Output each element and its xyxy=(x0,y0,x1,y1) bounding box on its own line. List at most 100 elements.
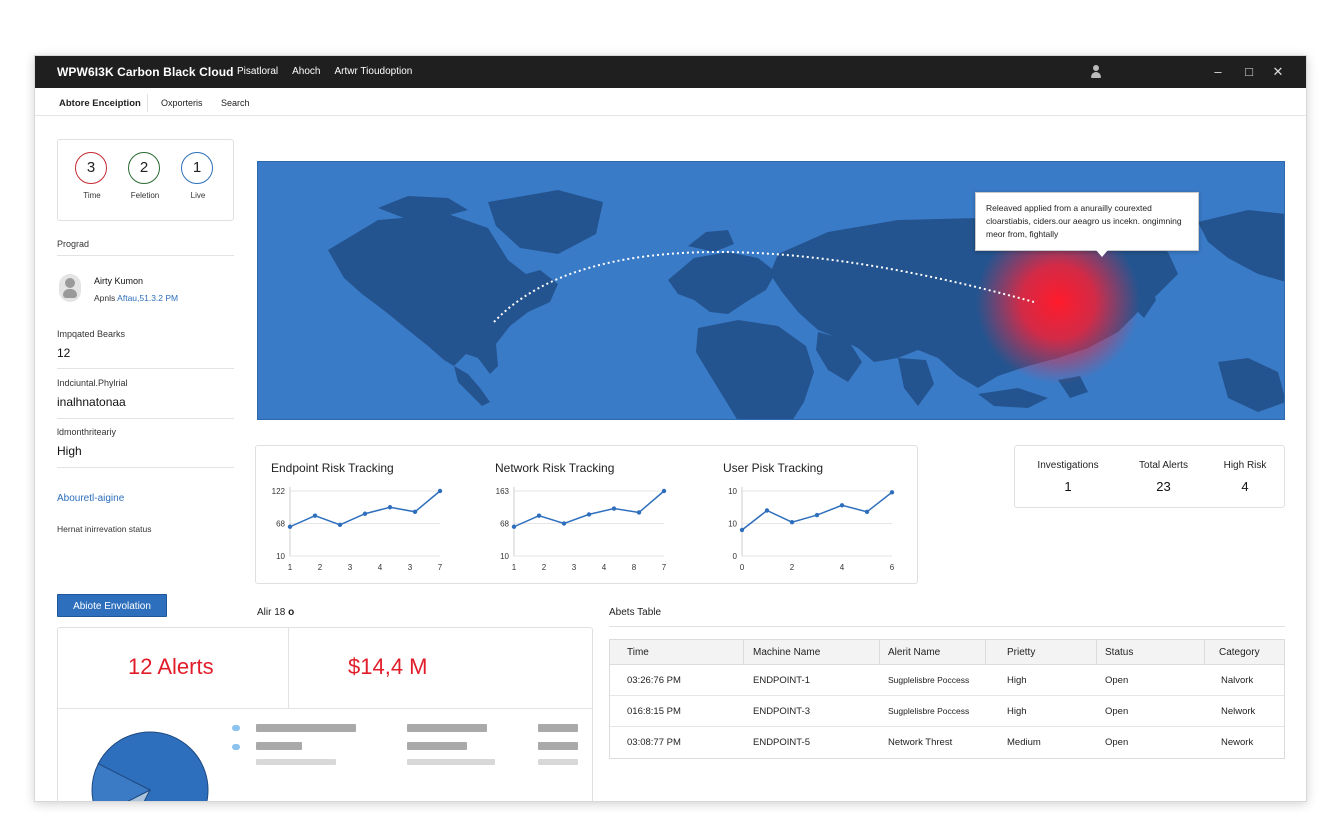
counter-label: Time xyxy=(83,191,101,200)
counter-label: Feletion xyxy=(130,191,160,200)
title-bar: WPW6I3K Carbon Black Cloud Pisatloral Ah… xyxy=(35,56,1306,88)
table-row[interactable]: 03:08:77 PM ENDPOINT-5 Network Threst Me… xyxy=(610,727,1284,758)
network-risk-chart[interactable]: 163 68 101 2 3 4 8 7 xyxy=(494,481,674,581)
divider xyxy=(57,467,234,468)
data-point xyxy=(536,513,542,518)
counter-circle: 1 xyxy=(181,152,213,184)
table-header: Time Machine Name Alerit Name Prietty St… xyxy=(610,640,1284,665)
alerts-summary-panel: 12 Alerts $14,4 M xyxy=(57,627,593,802)
x-tick-label: 7 xyxy=(662,563,667,572)
x-tick-label: 4 xyxy=(378,563,383,572)
cell-machine[interactable]: ENDPOINT-3 xyxy=(753,696,810,726)
alir-label: Alir 18 o xyxy=(257,607,294,618)
col-alert-name[interactable]: Alerit Name xyxy=(888,640,940,664)
y-tick-label: 10 xyxy=(728,520,737,529)
top-nav: Pisatloral Ahoch Artwr Tioudoption xyxy=(237,66,412,77)
placeholder-bar xyxy=(538,759,578,765)
minimize-icon[interactable]: – xyxy=(1208,62,1228,82)
user-risk-chart[interactable]: 10 10 00 2 4 6 xyxy=(722,481,902,581)
data-point xyxy=(636,510,642,515)
cell-category: Nelwork xyxy=(1221,705,1256,717)
placeholder-bar xyxy=(407,724,487,732)
chart-title-network: Network Risk Tracking xyxy=(495,461,615,475)
cell-alert: Network Threst xyxy=(888,737,953,748)
data-point xyxy=(437,488,443,494)
nav-item-pisatloral[interactable]: Pisatloral xyxy=(237,66,278,77)
stat-label: Total Alerts xyxy=(1139,460,1188,471)
tab-search[interactable]: Search xyxy=(221,98,250,108)
counter-feletion[interactable]: 2 Feletion xyxy=(128,152,162,200)
user-meta: Apnls Aftau,51.3.2 PM xyxy=(94,293,178,303)
data-point xyxy=(337,522,343,527)
col-time[interactable]: Time xyxy=(627,640,649,664)
data-point xyxy=(362,511,368,516)
tab-divider xyxy=(147,94,148,112)
series-line xyxy=(741,491,893,531)
sidebar-link[interactable]: Abouretl-aigine xyxy=(57,493,124,504)
stat-value: 23 xyxy=(1156,479,1171,494)
divider xyxy=(57,368,234,369)
user-meta-prefix: Apnls xyxy=(94,293,116,303)
cell-time: 03:26:76 PM xyxy=(627,674,681,686)
col-divider xyxy=(879,640,880,665)
cell-category: Nalvork xyxy=(1221,674,1254,686)
cell-priority: High xyxy=(1007,705,1027,717)
cell-machine[interactable]: ENDPOINT-1 xyxy=(753,665,810,695)
x-tick-label: 6 xyxy=(890,563,895,572)
data-point xyxy=(789,520,795,525)
y-tick-label: 68 xyxy=(276,520,285,529)
divider xyxy=(57,255,234,256)
placeholder-bar xyxy=(256,759,336,765)
y-tick-label: 68 xyxy=(500,520,509,529)
col-priority[interactable]: Prietty xyxy=(1007,640,1035,664)
col-machine-name[interactable]: Machine Name xyxy=(753,640,820,664)
tab-oxporteris[interactable]: Oxporteris xyxy=(161,98,203,108)
col-divider xyxy=(1096,640,1097,665)
x-tick-label: 7 xyxy=(438,563,443,572)
alir-label-suffix: o xyxy=(288,607,295,618)
divider xyxy=(609,626,1285,627)
close-icon[interactable]: ✕ xyxy=(1268,62,1288,82)
counter-time[interactable]: 3 Time xyxy=(75,152,109,200)
table-row[interactable]: 03:26:76 PM ENDPOINT-1 Sugplelisbre Pocc… xyxy=(610,665,1284,696)
col-category[interactable]: Category xyxy=(1219,640,1260,664)
placeholder-bar xyxy=(256,724,356,732)
user-icon[interactable] xyxy=(1089,64,1103,80)
data-point xyxy=(839,503,845,508)
x-tick-label: 2 xyxy=(542,563,547,572)
avatar xyxy=(59,274,81,302)
divider xyxy=(58,708,592,709)
stat-value: 1 xyxy=(1064,479,1072,494)
endpoint-risk-chart[interactable]: 122 68 101 2 3 4 3 7 xyxy=(270,481,450,581)
app-window: WPW6I3K Carbon Black Cloud Pisatloral Ah… xyxy=(34,55,1307,802)
counter-card: 3 Time 2 Feletion 1 Live xyxy=(57,139,234,221)
legend-dot xyxy=(232,725,240,731)
stat-label: High Risk xyxy=(1223,460,1267,471)
y-tick-label: 163 xyxy=(496,487,510,496)
cell-status: Open xyxy=(1105,705,1129,717)
evaluation-button[interactable]: Abiote Envolation xyxy=(57,594,167,617)
nav-item-artwr[interactable]: Artwr Tioudoption xyxy=(335,66,413,77)
placeholder-bar xyxy=(407,742,467,750)
col-status[interactable]: Status xyxy=(1105,640,1133,664)
stat-investigations: Investigations 1 xyxy=(1033,460,1103,494)
alerts-table: Time Machine Name Alerit Name Prietty St… xyxy=(609,639,1285,759)
x-tick-label: 1 xyxy=(288,563,293,572)
placeholder-bar xyxy=(256,742,302,750)
risk-charts-panel: Endpoint Risk Tracking Network Risk Trac… xyxy=(255,445,918,584)
counter-live[interactable]: 1 Live xyxy=(181,152,215,200)
sub-nav: Abtore Enceiption Oxporteris Search xyxy=(35,88,1306,116)
x-tick-label: 2 xyxy=(790,563,795,572)
user-meta-link[interactable]: Aftau,51.3.2 PM xyxy=(117,293,178,303)
monthly-label: ldmonthriteariy xyxy=(57,427,117,437)
tab-abtore-enceiption[interactable]: Abtore Enceiption xyxy=(59,98,141,109)
user-name: Airty Kumon xyxy=(94,276,144,286)
x-tick-label: 4 xyxy=(602,563,607,572)
x-tick-label: 8 xyxy=(632,563,637,572)
alerts-pie-chart[interactable] xyxy=(88,718,213,802)
cell-machine[interactable]: ENDPOINT-5 xyxy=(753,727,810,758)
maximize-icon[interactable]: □ xyxy=(1239,62,1259,82)
nav-item-ahoch[interactable]: Ahoch xyxy=(292,66,320,77)
data-point xyxy=(661,488,667,494)
table-row[interactable]: 016:8:15 PM ENDPOINT-3 Sugplelisbre Pocc… xyxy=(610,696,1284,727)
